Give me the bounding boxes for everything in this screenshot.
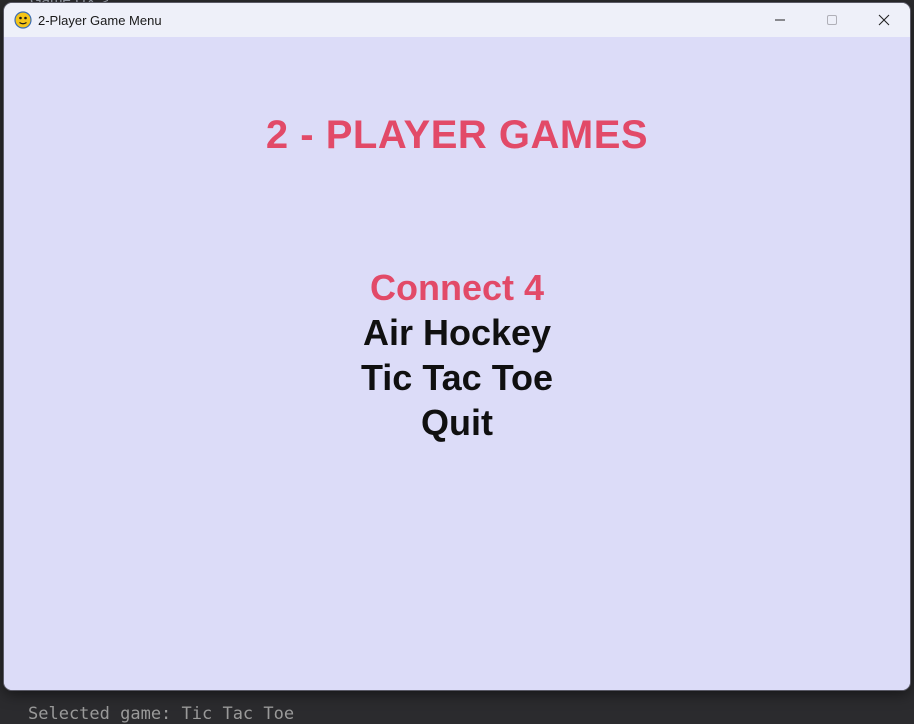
close-button[interactable]	[858, 3, 910, 37]
menu-title: 2 - PLAYER GAMES	[265, 113, 649, 157]
menu-item-tic-tac-toe[interactable]: Tic Tac Toe	[4, 355, 910, 400]
game-window: 2-Player Game Menu 2 - PLAYER GAMES Conn…	[4, 3, 910, 690]
pygame-snake-icon	[14, 11, 32, 29]
game-menu-canvas: 2 - PLAYER GAMES Connect 4 Air Hockey Ti…	[4, 37, 910, 690]
close-icon	[878, 14, 890, 26]
title-bar[interactable]: 2-Player Game Menu	[4, 3, 910, 37]
minimize-button[interactable]	[754, 3, 806, 37]
window-controls	[754, 3, 910, 37]
background-console-output: Selected game: Tic Tac Toe	[28, 704, 295, 724]
minimize-icon	[775, 19, 785, 21]
maximize-button[interactable]	[806, 3, 858, 37]
menu-item-connect-4[interactable]: Connect 4	[4, 265, 910, 310]
maximize-icon	[827, 15, 837, 25]
window-title: 2-Player Game Menu	[38, 12, 162, 28]
menu-item-quit[interactable]: Quit	[4, 400, 910, 445]
menu-list: Connect 4 Air Hockey Tic Tac Toe Quit	[4, 265, 910, 445]
menu-item-air-hockey[interactable]: Air Hockey	[4, 310, 910, 355]
